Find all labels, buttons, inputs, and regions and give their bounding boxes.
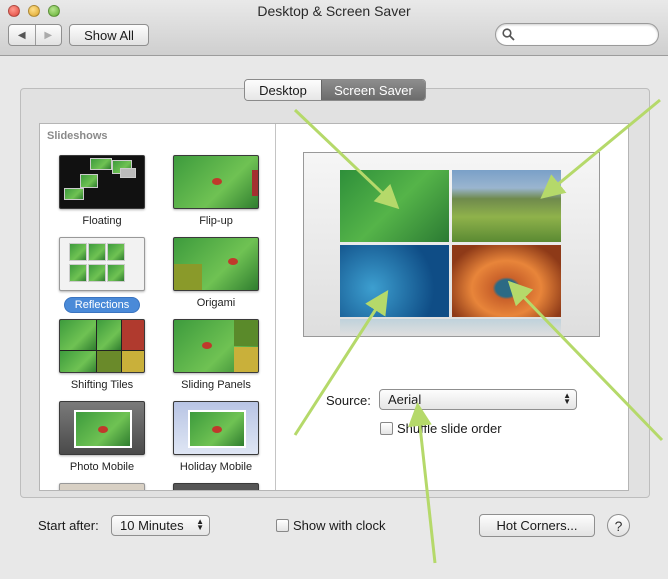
search-field[interactable] [495,23,659,46]
forward-arrow-icon: ▶ [44,29,53,41]
window-title: Desktop & Screen Saver [257,3,411,19]
back-arrow-icon: ◀ [17,29,26,41]
start-after-select[interactable]: 10 Minutes ▲ ▼ [111,515,210,536]
slideshows-header: Slideshows [47,130,108,142]
preview-photo-canyon [452,245,561,317]
shifting-tiles-thumbnail [59,319,145,373]
screen-saver-pane: Slideshows Floating Flip-up Reflections … [39,123,629,491]
partial-thumbnail [173,483,259,490]
slideshow-partial-1[interactable] [52,483,152,490]
slideshow-label: Origami [196,297,236,309]
slideshow-label: Floating [82,215,122,227]
source-value: Aerial [388,392,422,407]
origami-thumbnail [173,237,259,291]
preview-photo-valley [452,170,561,242]
back-forward-group: ◀ ▶ [8,24,62,46]
search-input[interactable] [518,26,654,43]
slideshow-label: Holiday Mobile [179,461,253,473]
show-all-button[interactable]: Show All [69,24,149,46]
slideshow-photo-mobile[interactable]: Photo Mobile [52,401,152,473]
tab-screen-saver[interactable]: Screen Saver [321,80,425,100]
preview-photo-ocean [340,245,449,317]
screen-saver-preview [303,152,600,337]
slideshow-label: Shifting Tiles [70,379,134,391]
slideshow-holiday-mobile[interactable]: Holiday Mobile [166,401,266,473]
floating-thumbnail [59,155,145,209]
slideshow-label: Photo Mobile [69,461,135,473]
show-clock-label: Show with clock [293,518,386,533]
start-after-label: Start after: [38,518,99,533]
slideshow-list[interactable]: Slideshows Floating Flip-up Reflections … [40,124,276,490]
slideshow-shifting-tiles[interactable]: Shifting Tiles [52,319,152,391]
shuffle-checkbox[interactable] [380,422,393,435]
slideshow-origami[interactable]: Origami [166,237,266,309]
slideshow-partial-2[interactable] [166,483,266,490]
flip-up-thumbnail [173,155,259,209]
slideshow-label: Sliding Panels [181,379,251,391]
shuffle-label: Shuffle slide order [397,421,502,436]
window-toolbar: Desktop & Screen Saver ◀ ▶ Show All [0,0,668,56]
preview-reflection [340,319,561,335]
back-button[interactable]: ◀ [9,25,35,45]
updown-arrows-icon: ▲ ▼ [563,391,571,406]
photo-mobile-thumbnail [59,401,145,455]
slideshow-floating[interactable]: Floating [52,155,152,227]
show-clock-checkbox[interactable] [276,519,289,532]
shuffle-option[interactable]: Shuffle slide order [380,421,502,436]
source-select[interactable]: Aerial ▲ ▼ [379,389,577,410]
slideshow-label: Reflections [63,297,141,313]
holiday-mobile-thumbnail [173,401,259,455]
help-button[interactable]: ? [607,514,630,537]
partial-thumbnail [59,483,145,490]
tab-desktop[interactable]: Desktop [245,80,321,100]
slideshow-reflections[interactable]: Reflections [52,237,152,313]
tab-bar: Desktop Screen Saver [244,79,426,101]
slideshow-label: Flip-up [199,215,233,227]
slideshow-flip-up[interactable]: Flip-up [166,155,266,227]
show-clock-option[interactable]: Show with clock [276,518,385,533]
reflections-thumbnail [59,237,145,291]
start-after-value: 10 Minutes [120,518,184,533]
sliding-panels-thumbnail [173,319,259,373]
search-icon [502,28,515,41]
forward-button[interactable]: ▶ [34,25,62,45]
hot-corners-button[interactable]: Hot Corners... [479,514,595,537]
preview-photo-green [340,170,449,242]
updown-arrows-icon: ▲ ▼ [196,517,204,532]
source-label: Source: [326,393,371,408]
slideshow-sliding-panels[interactable]: Sliding Panels [166,319,266,391]
